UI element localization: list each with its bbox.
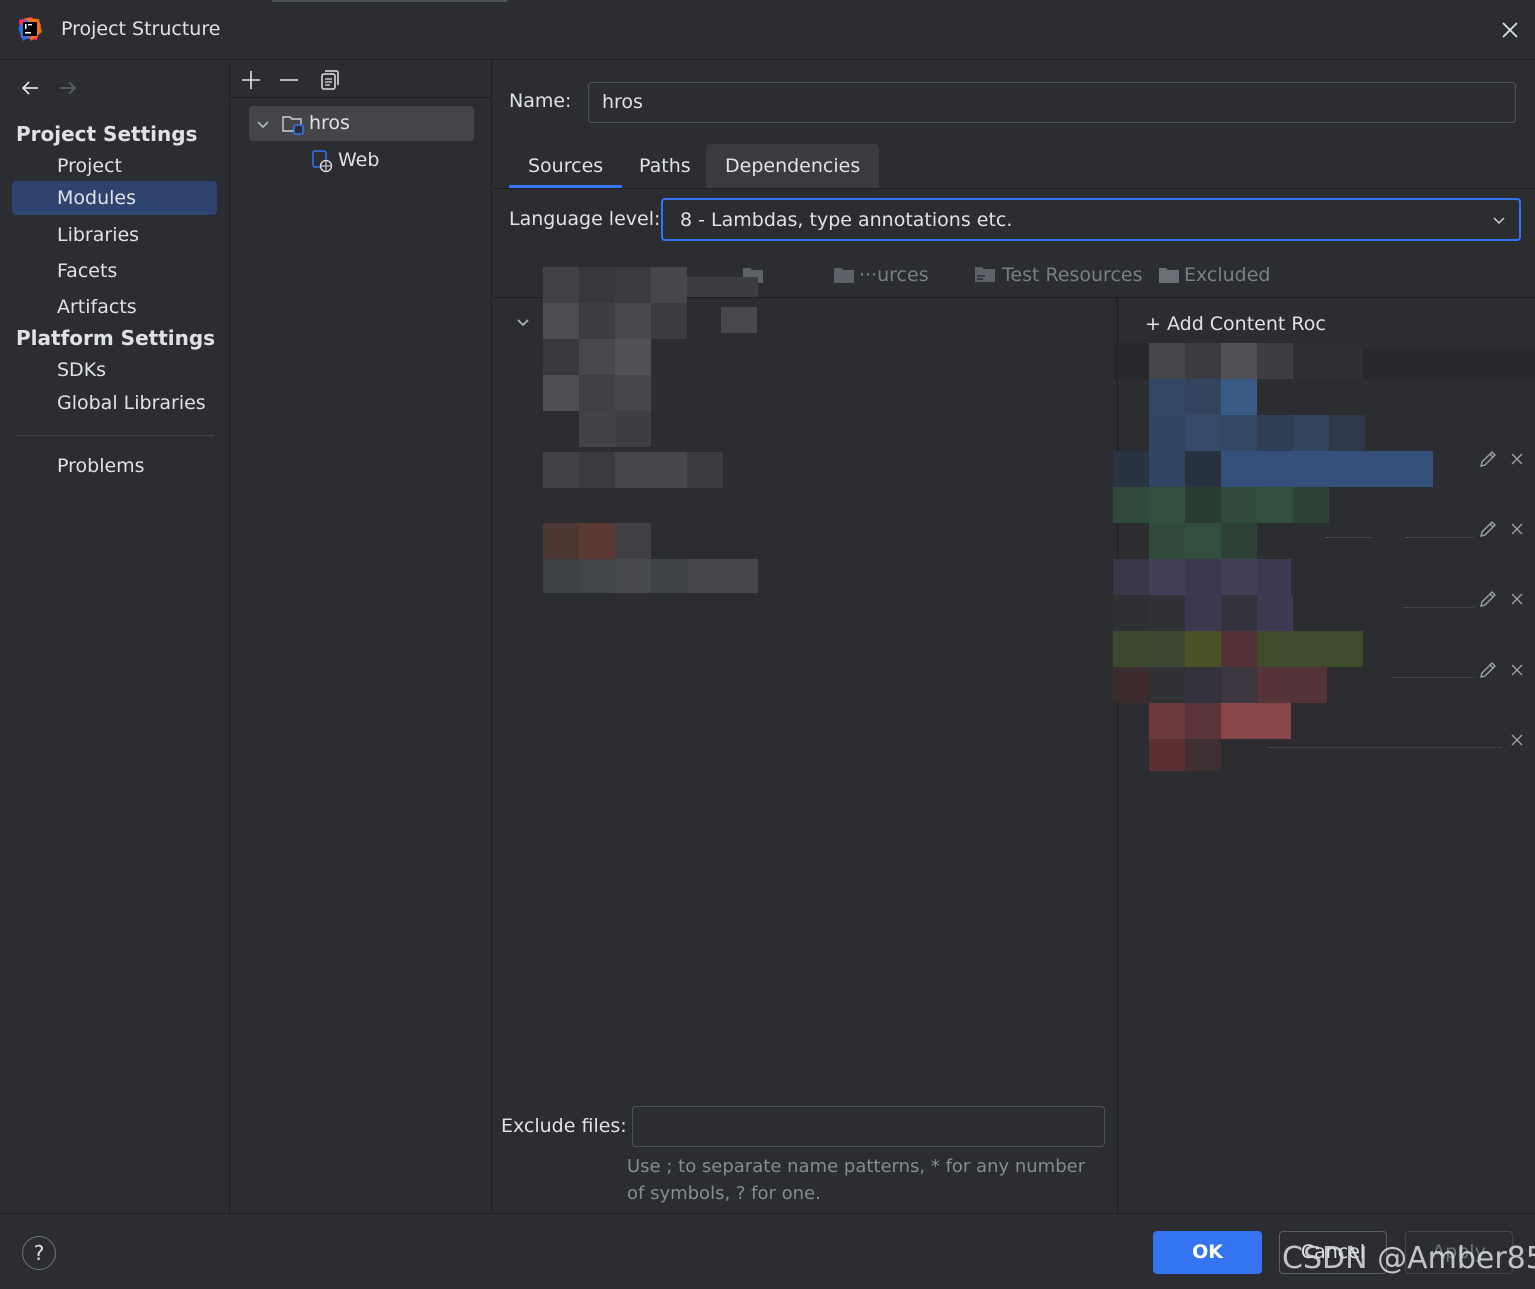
add-content-root-button[interactable]: + Add Content Roc — [1145, 313, 1326, 335]
nav-item-problems[interactable]: Problems — [12, 449, 217, 483]
watermark: CSDN @Amber858 — [1282, 1241, 1535, 1276]
exclude-files-label: Exclude files: — [501, 1115, 627, 1137]
tab-sources[interactable]: Sources — [509, 144, 623, 188]
tab-paths[interactable]: Paths — [620, 144, 710, 188]
chevron-down-icon — [1491, 212, 1507, 228]
pencil-icon[interactable] — [1478, 589, 1498, 609]
nav-item-facets[interactable]: Facets — [12, 254, 217, 288]
help-button[interactable]: ? — [22, 1236, 56, 1270]
row-leader — [1268, 747, 1502, 748]
row-leader — [1403, 607, 1474, 608]
nav-item-artifacts[interactable]: Artifacts — [12, 290, 217, 324]
chevron-down-icon[interactable] — [255, 116, 271, 132]
window-title: Project Structure — [61, 18, 221, 40]
language-level-value: 8 - Lambdas, type annotations etc. — [680, 209, 1013, 231]
forward-arrow-icon — [56, 76, 80, 100]
tree-node-label: Web — [338, 149, 380, 171]
nav-item-sdks[interactable]: SDKs — [12, 353, 217, 387]
mark-test-resources-label: Test Resources — [1002, 264, 1143, 286]
close-icon[interactable] — [1509, 591, 1525, 607]
title-bar — [0, 0, 1535, 60]
pencil-icon[interactable] — [1478, 660, 1498, 680]
module-tree-toolbar — [231, 61, 492, 98]
title-bar-accent — [272, 0, 507, 2]
tab-dependencies[interactable]: Dependencies — [706, 144, 880, 188]
close-icon[interactable] — [1509, 451, 1525, 467]
content-root-tree-pixelated — [543, 267, 758, 593]
test-resources-folder-icon — [975, 267, 995, 282]
name-label: Name: — [509, 90, 572, 112]
tree-node-label: hros — [309, 112, 350, 134]
close-icon[interactable] — [1497, 17, 1523, 43]
close-icon[interactable] — [1509, 521, 1525, 537]
intellij-logo-icon — [17, 16, 43, 42]
ok-button[interactable]: OK — [1153, 1231, 1262, 1274]
mark-resources-label: ···urces — [859, 264, 929, 286]
close-icon[interactable] — [1509, 732, 1525, 748]
close-icon[interactable] — [1509, 662, 1525, 678]
tabs-divider — [493, 188, 1535, 189]
pencil-icon[interactable] — [1478, 519, 1498, 539]
row-leader — [1393, 677, 1474, 678]
language-level-select[interactable]: 8 - Lambdas, type annotations etc. — [661, 198, 1521, 241]
remove-icon[interactable] — [277, 68, 301, 92]
add-content-root-label: Add Content Roc — [1166, 313, 1326, 335]
nav-item-libraries[interactable]: Libraries — [12, 218, 217, 252]
content-roots-pixelated — [1113, 343, 1535, 771]
row-leader — [1326, 537, 1372, 538]
back-arrow-icon[interactable] — [18, 76, 42, 100]
exclude-files-input[interactable] — [632, 1106, 1105, 1147]
pencil-icon[interactable] — [1478, 449, 1498, 469]
nav-item-project[interactable]: Project — [12, 149, 217, 183]
nav-item-modules[interactable]: Modules — [12, 181, 217, 215]
copy-icon[interactable] — [317, 68, 341, 92]
row-leader — [1406, 537, 1474, 538]
mark-test-resources-button[interactable]: Test Resources — [974, 262, 1143, 288]
tree-node-hros[interactable]: hros — [249, 106, 474, 141]
project-settings-header: Project Settings — [16, 122, 198, 146]
chevron-down-icon[interactable] — [515, 314, 531, 330]
add-icon[interactable] — [239, 68, 263, 92]
tree-node-web[interactable]: Web — [249, 143, 474, 178]
nav-item-global-libraries[interactable]: Global Libraries — [12, 386, 217, 420]
language-level-label: Language level: — [509, 208, 661, 230]
mark-excluded-button[interactable]: Excluded — [1158, 262, 1271, 288]
mark-resources-button[interactable]: ···urces — [833, 262, 929, 288]
module-folder-icon — [281, 113, 305, 135]
module-tree-pane — [231, 61, 492, 1213]
platform-settings-header: Platform Settings — [16, 326, 216, 350]
nav-divider — [16, 435, 214, 436]
mark-excluded-label: Excluded — [1184, 264, 1271, 286]
resources-folder-icon — [834, 268, 854, 283]
module-name-input[interactable]: hros — [588, 82, 1516, 123]
exclude-files-hint: Use ; to separate name patterns, * for a… — [627, 1156, 1086, 1204]
excluded-folder-icon — [1159, 268, 1179, 283]
web-facet-icon — [311, 149, 335, 173]
tab-label: Sources — [528, 155, 604, 177]
